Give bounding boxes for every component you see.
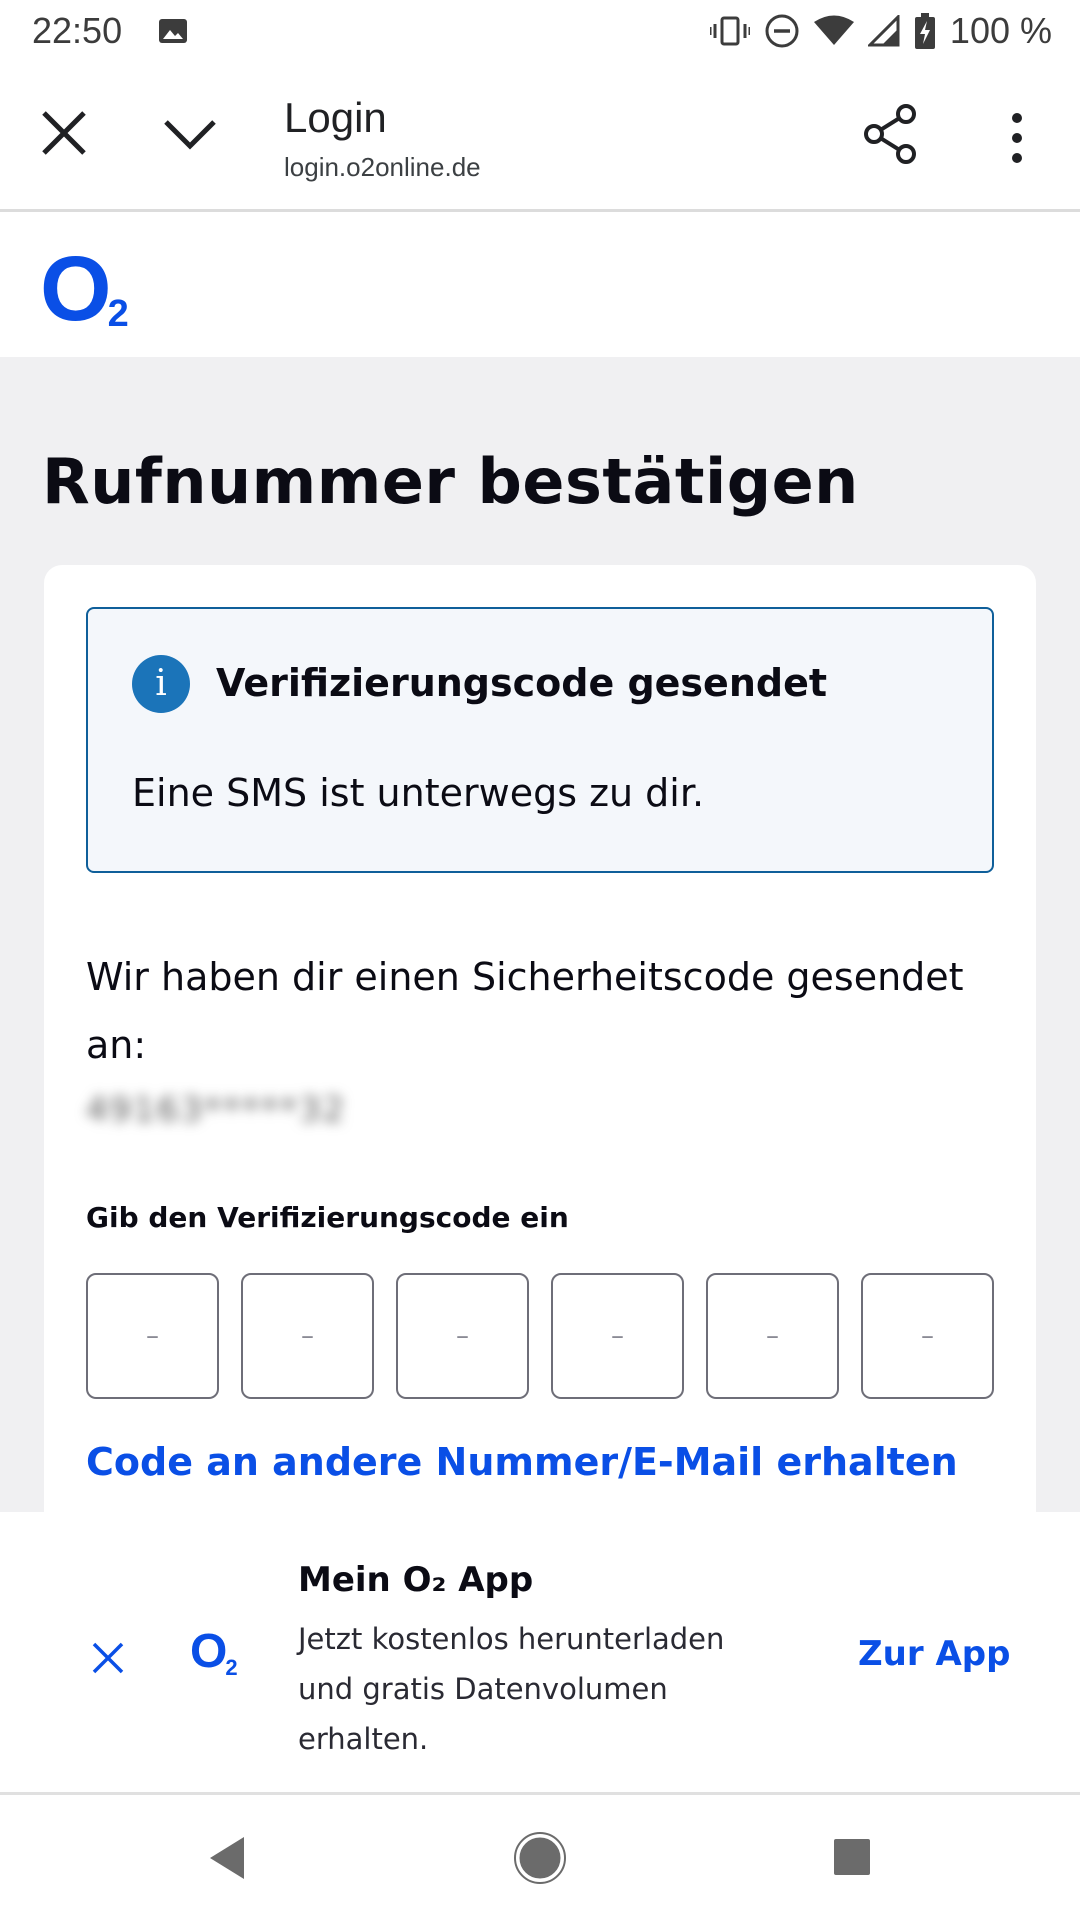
o2-app-logo: O2	[190, 1625, 238, 1680]
more-vert-icon[interactable]	[1000, 112, 1034, 164]
code-sent-text: Wir haben dir einen Sicherheitscode gese…	[86, 955, 964, 1067]
chevron-down-icon[interactable]	[162, 114, 218, 154]
status-icons: 100 %	[709, 10, 1052, 52]
alternate-destination-link[interactable]: Code an andere Nummer/E-Mail erhalten	[86, 1440, 958, 1484]
browser-toolbar: Login login.o2online.de	[0, 62, 1080, 212]
code-digit-2[interactable]: –	[241, 1273, 374, 1399]
code-digit-1[interactable]: –	[86, 1273, 219, 1399]
back-icon[interactable]	[204, 1833, 254, 1883]
info-title: Verifizierungscode gesendet	[216, 661, 828, 705]
status-time: 22:50	[32, 10, 123, 51]
page-title: Rufnummer bestätigen	[42, 445, 859, 518]
masked-phone-number: 49163*****32	[86, 1090, 347, 1130]
status-bar: 22:50 100 %	[0, 0, 1080, 62]
info-icon: i	[132, 655, 190, 713]
page-url: login.o2online.de	[284, 152, 481, 182]
verification-card: i Verifizierungscode gesendet Eine SMS i…	[44, 565, 1036, 1512]
cell-signal-icon	[867, 15, 900, 47]
battery-charging-icon	[914, 13, 935, 49]
app-banner-text: Jetzt kostenlos herunterladen und gratis…	[298, 1622, 725, 1756]
do-not-disturb-icon	[765, 14, 799, 48]
code-digit-5[interactable]: –	[706, 1273, 839, 1399]
close-icon[interactable]	[38, 107, 90, 159]
o2-logo[interactable]: O2	[40, 243, 133, 335]
code-digit-4[interactable]: –	[551, 1273, 684, 1399]
recents-icon[interactable]	[832, 1837, 872, 1877]
code-digit-6[interactable]: –	[861, 1273, 994, 1399]
battery-percent: 100 %	[949, 10, 1052, 51]
home-icon[interactable]	[513, 1831, 567, 1885]
open-app-button[interactable]: Zur App	[858, 1634, 1010, 1674]
vibrate-icon	[709, 16, 750, 46]
share-icon[interactable]	[862, 104, 918, 164]
wifi-icon	[813, 15, 854, 45]
code-digit-3[interactable]: –	[396, 1273, 529, 1399]
app-banner-title: Mein O₂ App	[298, 1560, 534, 1600]
site-header: O2	[0, 215, 1080, 357]
info-notification: i Verifizierungscode gesendet Eine SMS i…	[86, 607, 994, 873]
main-content: Rufnummer bestätigen i Verifizierungscod…	[0, 357, 1080, 1512]
page-tab-title: Login	[284, 94, 387, 141]
code-input-group: – – – – – –	[86, 1273, 994, 1399]
app-banner: O2 Mein O₂ App Jetzt kostenlos herunterl…	[0, 1512, 1080, 1795]
code-input-label: Gib den Verifizierungscode ein	[86, 1201, 569, 1234]
system-nav-bar	[0, 1795, 1080, 1920]
info-text: Eine SMS ist unterwegs zu dir.	[132, 771, 705, 815]
close-icon[interactable]	[88, 1638, 128, 1678]
image-icon	[159, 19, 187, 43]
